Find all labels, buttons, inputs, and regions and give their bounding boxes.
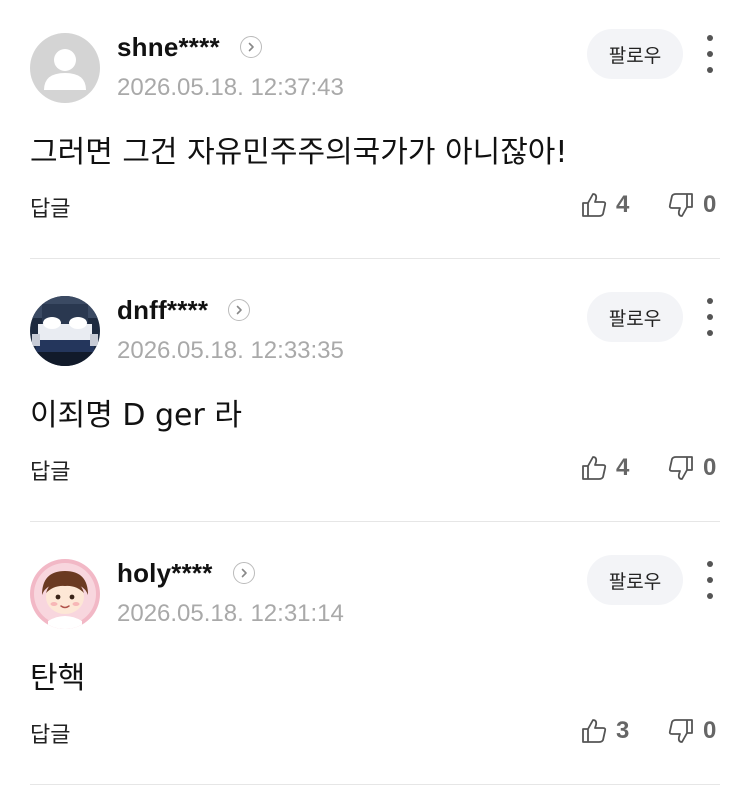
thumbs-down-icon: [668, 719, 693, 743]
avatar[interactable]: [30, 559, 100, 629]
timestamp: 2026.05.18. 12:31:14: [117, 600, 344, 627]
timestamp: 2026.05.18. 12:37:43: [117, 74, 344, 101]
avatar[interactable]: [30, 296, 100, 366]
divider: [30, 521, 720, 522]
like-count: 4: [616, 191, 630, 218]
reply-button[interactable]: 답글: [30, 191, 70, 223]
comment-item: dnff**** 2026.05.18. 12:33:35 팔로우 이죄명 D …: [0, 263, 750, 526]
more-options-icon[interactable]: [700, 561, 720, 599]
more-options-icon[interactable]: [700, 35, 720, 73]
comment-text: 이죄명 D ger 라: [30, 398, 242, 433]
chevron-right-icon[interactable]: [228, 299, 251, 321]
follow-button[interactable]: 팔로우: [587, 555, 683, 605]
like-button[interactable]: 4: [580, 451, 629, 485]
comment-text: 그러면 그건 자유민주주의국가가 아니잖아!: [30, 135, 568, 170]
username[interactable]: holy****: [117, 558, 213, 589]
like-button[interactable]: 3: [580, 714, 629, 748]
thumbs-down-icon: [668, 193, 693, 217]
dislike-count: 0: [703, 191, 717, 218]
user-row: dnff****: [117, 291, 251, 329]
comment-text: 탄핵: [30, 661, 86, 696]
username[interactable]: shne****: [117, 32, 220, 63]
chevron-right-icon[interactable]: [232, 562, 255, 584]
dislike-count: 0: [703, 717, 717, 744]
default-person-avatar-icon: [30, 33, 100, 103]
thumbs-up-icon: [582, 719, 607, 743]
divider: [30, 784, 720, 785]
comment-item: holy**** 2026.05.18. 12:31:14 팔로우 탄핵 답글 …: [0, 526, 750, 789]
like-count: 4: [616, 454, 630, 481]
follow-button[interactable]: 팔로우: [587, 292, 683, 342]
thumbs-up-icon: [582, 456, 607, 480]
dislike-button[interactable]: 0: [667, 451, 716, 485]
like-button[interactable]: 4: [580, 188, 629, 222]
follow-button[interactable]: 팔로우: [587, 29, 683, 79]
avatar[interactable]: [30, 33, 100, 103]
user-row: shne****: [117, 28, 262, 66]
like-count: 3: [616, 717, 630, 744]
comment-item: shne**** 2026.05.18. 12:37:43 팔로우 그러면 그건…: [0, 0, 750, 263]
divider: [30, 258, 720, 259]
bedroom-photo-avatar-icon: [30, 296, 100, 366]
thumbs-down-icon: [668, 456, 693, 480]
reply-button[interactable]: 답글: [30, 454, 70, 486]
username[interactable]: dnff****: [117, 295, 208, 326]
dislike-count: 0: [703, 454, 717, 481]
timestamp: 2026.05.18. 12:33:35: [117, 337, 344, 364]
reply-button[interactable]: 답글: [30, 717, 70, 749]
cartoon-character-avatar-icon: [30, 559, 100, 629]
dislike-button[interactable]: 0: [667, 188, 716, 222]
dislike-button[interactable]: 0: [667, 714, 716, 748]
user-row: holy****: [117, 554, 255, 592]
chevron-right-icon[interactable]: [239, 36, 262, 58]
thumbs-up-icon: [582, 193, 607, 217]
more-options-icon[interactable]: [700, 298, 720, 336]
